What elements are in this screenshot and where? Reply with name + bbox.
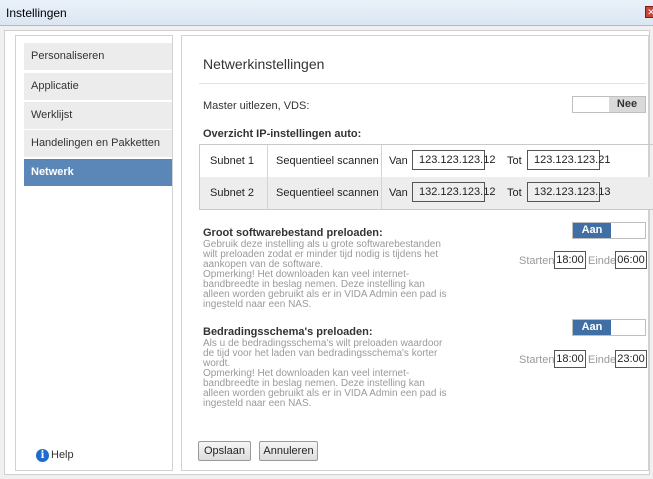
subnet-from-field[interactable]: 132.123.123.12: [412, 182, 495, 202]
info-icon: i: [36, 449, 49, 462]
divider: [381, 177, 382, 209]
wiring-preload-toggle[interactable]: Aan: [572, 319, 646, 336]
subnet-from-field[interactable]: 123.123.123.12: [412, 150, 495, 170]
sidebar-item-label: Applicatie: [31, 80, 79, 92]
sidebar-item-label: Netwerk: [31, 166, 74, 178]
help-label: Help: [51, 449, 74, 461]
settings-frame: Personaliseren Applicatie Werklijst Hand…: [4, 30, 653, 475]
software-preload-title: Groot softwarebestand preloaden:: [203, 227, 383, 239]
subnet-name: Subnet 2: [210, 187, 255, 199]
sidebar-item-label: Werklijst: [31, 109, 73, 121]
table-row: Subnet 2 Sequentieel scannen Van 132.123…: [200, 177, 653, 209]
to-label: Tot: [507, 155, 522, 167]
software-start-field[interactable]: 18:00: [554, 251, 586, 269]
title-bar: Instellingen ✕: [0, 0, 653, 26]
sidebar-item-werklijst[interactable]: Werklijst: [24, 102, 172, 129]
master-label: Master uitlezen, VDS:: [203, 100, 310, 112]
start-label: Starten: [519, 354, 555, 366]
from-label: Van: [389, 155, 408, 167]
subnet-mode: Sequentieel scannen: [276, 155, 379, 167]
table-row: Subnet 1 Sequentieel scannen Van 123.123…: [200, 145, 653, 177]
subnet-mode: Sequentieel scannen: [276, 187, 379, 199]
overview-title: Overzicht IP-instellingen auto:: [203, 128, 362, 140]
toggle-value: Aan: [573, 223, 611, 238]
sidebar-item-netwerk[interactable]: Netwerk: [24, 159, 172, 186]
sidebar-item-label: Personaliseren: [31, 50, 105, 62]
software-preload-description: Gebruik deze instelling als u grote soft…: [203, 239, 447, 310]
subnet-name: Subnet 1: [210, 155, 255, 167]
toggle-value: Nee: [609, 97, 645, 112]
subnet-table: Subnet 1 Sequentieel scannen Van 123.123…: [199, 144, 653, 210]
master-toggle[interactable]: Nee: [572, 96, 646, 113]
wiring-end-field[interactable]: 23:00: [615, 350, 647, 368]
page-title: Netwerkinstellingen: [203, 56, 325, 72]
sidebar-item-label: Handelingen en Pakketten: [31, 137, 161, 149]
divider: [267, 177, 268, 209]
end-label: Einde: [588, 255, 617, 267]
sidebar-item-applicatie[interactable]: Applicatie: [24, 73, 172, 100]
wiring-start-field[interactable]: 18:00: [554, 350, 586, 368]
wiring-preload-title: Bedradingsschema's preloaden:: [203, 326, 373, 338]
software-preload-toggle[interactable]: Aan: [572, 222, 646, 239]
divider: [199, 83, 646, 84]
close-icon[interactable]: ✕: [645, 6, 653, 18]
software-end-field[interactable]: 06:00: [615, 251, 647, 269]
start-label: Starten: [519, 255, 555, 267]
sidebar-item-personaliseren[interactable]: Personaliseren: [24, 43, 172, 70]
sidebar-item-handelingen[interactable]: Handelingen en Pakketten: [24, 130, 172, 157]
window-title: Instellingen: [6, 6, 67, 20]
main-panel: Netwerkinstellingen Master uitlezen, VDS…: [181, 35, 653, 471]
wiring-preload-description: Als u de bedradingsschema's wilt preload…: [203, 338, 447, 409]
toggle-value: Aan: [573, 320, 611, 335]
divider: [267, 145, 268, 177]
to-label: Tot: [507, 187, 522, 199]
divider: [381, 145, 382, 177]
subnet-to-field[interactable]: 123.123.123.21: [527, 150, 610, 170]
help-link[interactable]: i Help: [36, 449, 74, 462]
end-label: Einde: [588, 354, 617, 366]
cancel-button[interactable]: Annuleren: [259, 441, 318, 461]
from-label: Van: [389, 187, 408, 199]
sidebar: Personaliseren Applicatie Werklijst Hand…: [15, 35, 173, 471]
save-button[interactable]: Opslaan: [198, 441, 251, 461]
subnet-to-field[interactable]: 132.123.123.13: [527, 182, 610, 202]
